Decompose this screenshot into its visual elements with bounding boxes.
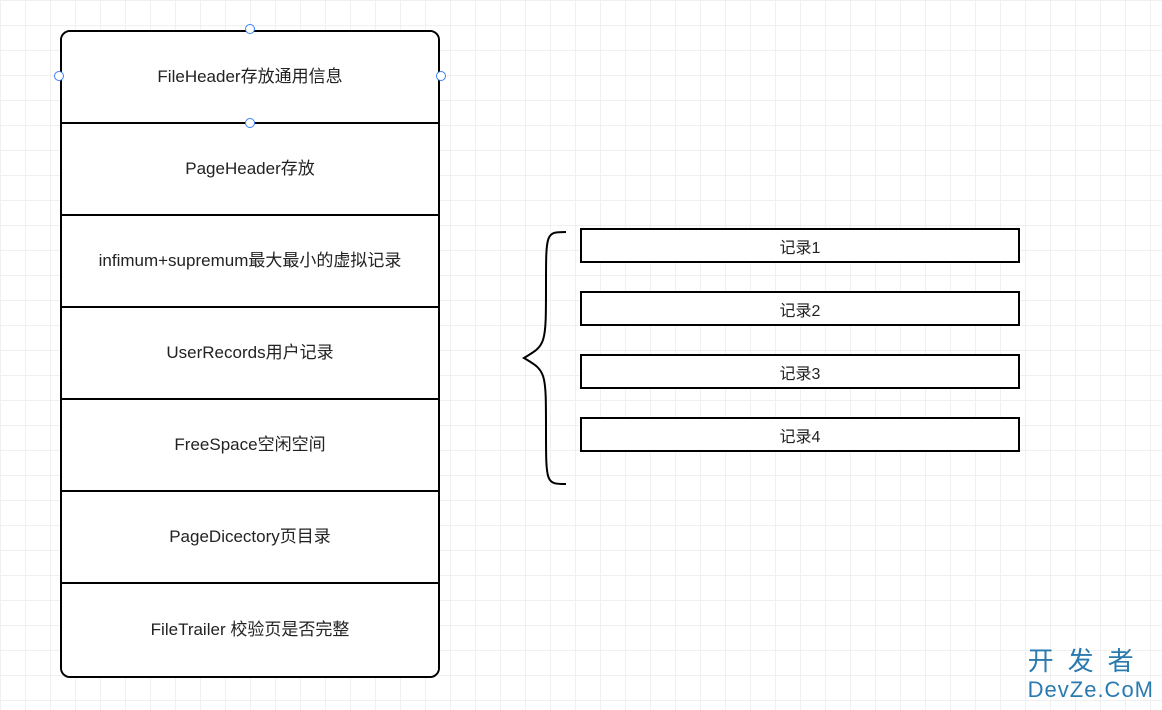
stack-row-filetrailer[interactable]: FileTrailer 校验页是否完整 (62, 584, 438, 676)
stack-label: PageHeader存放 (185, 156, 314, 182)
stack-row-infimum-supremum[interactable]: infimum+supremum最大最小的虚拟记录 (62, 216, 438, 308)
stack-row-userrecords[interactable]: UserRecords用户记录 (62, 308, 438, 400)
selection-handle-top[interactable] (245, 24, 255, 34)
stack-row-pagedirectory[interactable]: PageDicectory页目录 (62, 492, 438, 584)
record-label: 记录4 (780, 423, 821, 447)
watermark: 开发者 DevZe.CoM (1028, 647, 1154, 702)
selection-handle-right[interactable] (436, 71, 446, 81)
brace-icon (516, 230, 576, 490)
watermark-line2: DevZe.CoM (1028, 677, 1154, 702)
record-row-3[interactable]: 记录3 (580, 354, 1020, 389)
stack-label: UserRecords用户记录 (166, 340, 333, 366)
stack-label: PageDicectory页目录 (169, 524, 331, 550)
stack-label: FreeSpace空闲空间 (174, 432, 325, 458)
stack-row-fileheader[interactable]: FileHeader存放通用信息 (62, 32, 438, 124)
record-row-1[interactable]: 记录1 (580, 228, 1020, 263)
record-label: 记录2 (780, 297, 821, 321)
record-label: 记录3 (780, 360, 821, 384)
record-row-2[interactable]: 记录2 (580, 291, 1020, 326)
selection-handle-left[interactable] (54, 71, 64, 81)
records-list: 记录1 记录2 记录3 记录4 (580, 228, 1020, 452)
record-row-4[interactable]: 记录4 (580, 417, 1020, 452)
stack-label: FileTrailer 校验页是否完整 (151, 617, 350, 643)
watermark-line1: 开发者 (1028, 647, 1154, 677)
diagram-canvas: FileHeader存放通用信息 PageHeader存放 infimum+su… (0, 0, 1162, 710)
stack-label: FileHeader存放通用信息 (157, 64, 342, 90)
stack-row-freespace[interactable]: FreeSpace空闲空间 (62, 400, 438, 492)
stack-label: infimum+supremum最大最小的虚拟记录 (99, 248, 402, 274)
selection-handle-bottom[interactable] (245, 118, 255, 128)
stack-row-pageheader[interactable]: PageHeader存放 (62, 124, 438, 216)
record-label: 记录1 (780, 234, 821, 258)
